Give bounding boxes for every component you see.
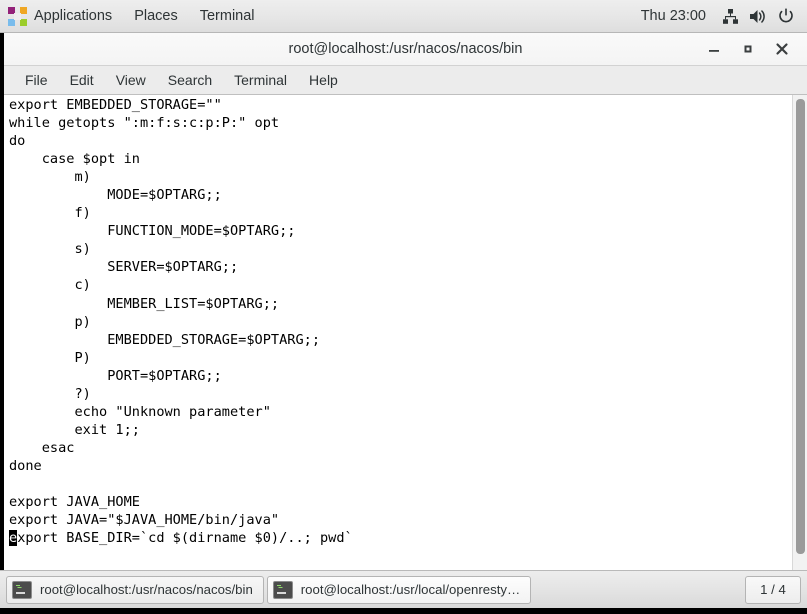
taskbar-item-nacos[interactable]: root@localhost:/usr/nacos/nacos/bin [6,575,264,604]
terminal-line: FUNCTION_MODE=$OPTARG;; [9,223,296,240]
terminal-text-area[interactable]: export EMBEDDED_STORAGE=""while getopts … [4,95,807,570]
places-menu[interactable]: Places [123,0,189,32]
terminal-line: f) [9,205,91,222]
gnome-top-panel: Applications Places Terminal Thu 23:00 [0,0,807,33]
minimize-icon [709,50,719,52]
terminal-line: m) [9,169,91,186]
terminal-line: case $opt in [9,151,140,168]
window-title: root@localhost:/usr/nacos/nacos/bin [288,41,523,57]
terminal-line: done [9,457,42,474]
terminal-scrollbar[interactable] [792,95,807,570]
terminal-line: p) [9,313,91,330]
close-button[interactable] [765,34,799,64]
clock[interactable]: Thu 23:00 [631,8,716,24]
terminal-line: MEMBER_LIST=$OPTARG;; [9,295,280,312]
menu-edit[interactable]: Edit [59,69,105,91]
window-controls [697,34,807,64]
top-panel-menus: Applications Places Terminal [0,0,266,32]
terminal-line: c) [9,277,91,294]
places-menu-label: Places [134,8,178,24]
screen-bottom-edge [0,608,807,614]
terminal-line-text: xport BASE_DIR=`cd $(dirname $0)/..; pwd… [17,530,353,547]
distro-pinwheel-icon [8,6,27,26]
minimize-button[interactable] [697,34,731,64]
workspace-switcher[interactable]: 1 / 4 [745,575,801,604]
terminal-line: exit 1;; [9,421,140,438]
maximize-button[interactable] [731,34,765,64]
taskbar-item-label: root@localhost:/usr/local/openresty… [300,582,521,597]
terminal-output: export EMBEDDED_STORAGE=""while getopts … [9,96,353,547]
terminal-icon [12,580,32,599]
terminal-menu-label: Terminal [199,8,255,24]
taskbar-item-label: root@localhost:/usr/nacos/nacos/bin [40,582,253,597]
terminal-icon [272,580,293,599]
terminal-line: export JAVA="$JAVA_HOME/bin/java" [9,512,280,529]
terminal-line: export EMBEDDED_STORAGE="" [9,97,222,113]
close-icon [776,43,788,55]
terminal-line: SERVER=$OPTARG;; [9,259,239,276]
terminal-scrollbar-thumb[interactable] [796,99,805,554]
applications-menu[interactable]: Applications [0,0,123,32]
terminal-line: PORT=$OPTARG;; [9,367,222,384]
terminal-window: root@localhost:/usr/nacos/nacos/bin File… [0,33,807,570]
terminal-line: P) [9,349,91,366]
window-titlebar[interactable]: root@localhost:/usr/nacos/nacos/bin [4,33,807,66]
top-panel-status-area: Thu 23:00 [631,0,807,32]
maximize-icon [744,45,752,53]
terminal-line: EMBEDDED_STORAGE=$OPTARG;; [9,331,320,348]
window-list-taskbar: root@localhost:/usr/nacos/nacos/bin root… [0,570,807,608]
taskbar-item-openresty[interactable]: root@localhost:/usr/local/openresty… [266,575,532,604]
menu-help[interactable]: Help [298,69,349,91]
menu-search[interactable]: Search [157,69,223,91]
terminal-menu[interactable]: Terminal [189,0,266,32]
terminal-line: while getopts ":m:f:s:c:p:P:" opt [9,115,280,132]
applications-menu-label: Applications [34,8,113,24]
terminal-line: ?) [9,385,91,402]
menu-view[interactable]: View [105,69,157,91]
volume-icon[interactable] [744,0,772,33]
terminal-line: s) [9,241,91,258]
terminal-line-with-cursor: export BASE_DIR=`cd $(dirname $0)/..; pw… [9,529,353,547]
menu-file[interactable]: File [14,69,59,91]
terminal-line: esac [9,439,75,456]
terminal-line: echo "Unknown parameter" [9,403,271,420]
terminal-line: do [9,133,26,150]
menu-bar: File Edit View Search Terminal Help [4,66,807,95]
power-icon[interactable] [772,0,800,33]
terminal-line: export JAVA_HOME [9,494,140,511]
desktop-screen: Applications Places Terminal Thu 23:00 r… [0,0,807,614]
menu-terminal[interactable]: Terminal [223,69,298,91]
terminal-line: MODE=$OPTARG;; [9,187,222,204]
terminal-cursor: e [9,530,18,547]
network-icon[interactable] [716,0,744,33]
